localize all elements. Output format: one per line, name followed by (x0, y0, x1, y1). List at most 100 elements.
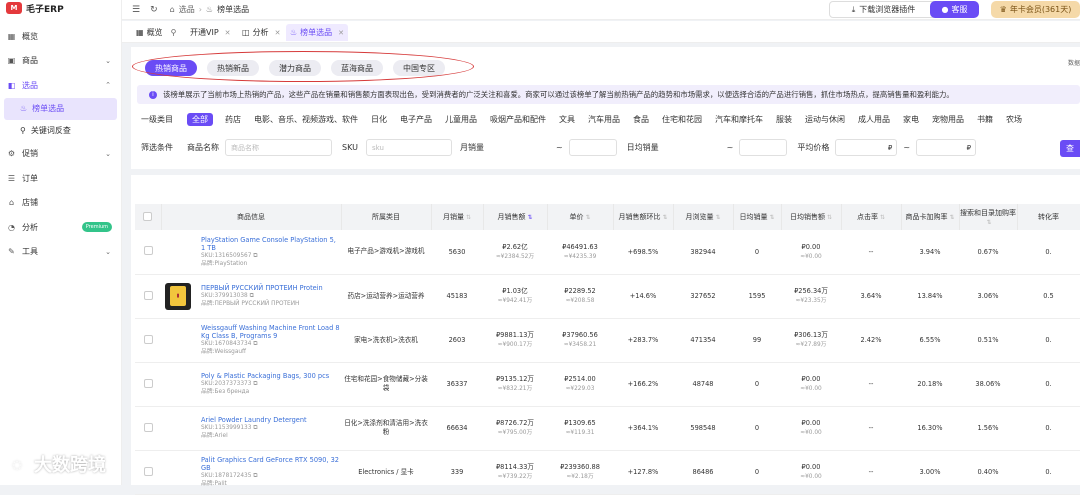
monthly-sales-max-input[interactable] (568, 139, 617, 156)
category-item[interactable]: 文具 (559, 114, 575, 125)
customer-service-button[interactable]: ● 客服 (930, 1, 979, 18)
product-thumbnail[interactable]: ▮ (165, 282, 191, 310)
table-row[interactable]: Weissgauff Washing Machine Front Load 8 … (135, 318, 1080, 363)
col-header-sortable[interactable]: 单价 ⇅ (547, 204, 614, 230)
tab-china-zone[interactable]: 中国专区 (393, 60, 445, 76)
category-item[interactable]: 食品 (633, 114, 649, 125)
sidebar-item-tools[interactable]: ✎ 工具 ⌄ (0, 240, 121, 265)
row-checkbox[interactable] (143, 246, 153, 256)
tab-ranking[interactable]: ♨ 榜单选品 ✕ (286, 24, 349, 41)
sidebar-item-orders[interactable]: ☰ 订单 (0, 166, 121, 191)
tab-vip[interactable]: 开通VIP ✕ (190, 24, 231, 41)
sidebar-item-keyword-lookup[interactable]: ⚲ 关键词反查 (0, 120, 121, 142)
copy-icon[interactable]: ⧉ (253, 425, 257, 431)
col-header-sortable[interactable]: 月浏览量 ⇅ (673, 204, 734, 230)
sidebar-item-ranking[interactable]: ♨ 榜单选品 (4, 97, 117, 120)
category-item[interactable]: 住宅和花园 (662, 114, 702, 125)
product-name-link[interactable]: Palit Graphics Card GeForce RTX 5090, 32… (201, 456, 341, 472)
tab-blue-ocean[interactable]: 蓝海商品 (331, 60, 383, 76)
chart-icon: ◔ (8, 222, 15, 232)
category-item[interactable]: 日化 (371, 114, 387, 125)
grid-icon: ▦ (136, 28, 144, 37)
menu-icon[interactable]: ☰ (132, 5, 140, 15)
col-header-sortable[interactable]: 商品卡加购率 ⇅ (901, 204, 960, 230)
row-checkbox[interactable] (143, 378, 153, 388)
col-header-sortable[interactable]: 点击率 ⇅ (841, 204, 902, 230)
refresh-icon[interactable]: ↻ (150, 5, 158, 15)
category-item[interactable]: 儿童用品 (445, 114, 477, 125)
tab-hot-new[interactable]: 热销新品 (207, 60, 259, 76)
sidebar-item-store[interactable]: ⌂ 店铺 (0, 191, 121, 216)
product-name-link[interactable]: Ariel Powder Laundry Detergent (201, 416, 341, 424)
col-header-sortable[interactable]: 日均销量 ⇅ (733, 204, 782, 230)
category-item[interactable]: 汽车和摩托车 (715, 114, 763, 125)
copy-icon[interactable]: ⧉ (250, 293, 254, 299)
monthly-sales-min-input[interactable] (494, 139, 550, 156)
category-item[interactable]: 宠物用品 (932, 114, 964, 125)
product-name-link[interactable]: Poly & Plastic Packaging Bags, 300 pcs (201, 372, 341, 380)
row-checkbox[interactable] (143, 422, 153, 432)
category-item[interactable]: 电影、音乐、视频游戏、软件 (254, 114, 358, 125)
sidebar-item-analysis[interactable]: ◔ 分析 Premium (0, 215, 121, 240)
table-row[interactable]: Ariel Powder Laundry Detergent SKU:115399… (135, 406, 1080, 451)
conversion-cell: 0.5 (1017, 274, 1080, 319)
mom-cell: +14.6% (613, 274, 673, 319)
query-button[interactable]: 查 (1060, 140, 1080, 157)
table-row[interactable]: Palit Graphics Card GeForce RTX 5090, 32… (135, 450, 1080, 495)
col-header-label: 月销量 (442, 213, 464, 221)
close-icon[interactable]: ✕ (275, 29, 281, 37)
category-item[interactable]: 服装 (776, 114, 792, 125)
download-plugin-button[interactable]: ⤓ 下载浏览器插件 (829, 1, 938, 18)
product-name-link[interactable]: ПЕРВЫЙ РУССКИЙ ПРОТЕИН Protein (201, 284, 341, 292)
daily-sales-min-input[interactable] (669, 139, 721, 156)
category-item[interactable]: 家电 (903, 114, 919, 125)
daily-revenue-value: ₽0.00 (801, 419, 821, 427)
product-name-link[interactable]: PlayStation Game Console PlayStation 5, … (201, 236, 341, 252)
row-checkbox[interactable] (143, 466, 153, 476)
price-max-input[interactable]: ₽ (916, 139, 977, 156)
sidebar-item-promotion[interactable]: ⚙ 促销 ⌄ (0, 142, 121, 167)
col-header-sortable[interactable]: 月销售额 ⇅ (483, 204, 548, 230)
category-item[interactable]: 电子产品 (400, 114, 432, 125)
copy-icon[interactable]: ⧉ (253, 473, 257, 479)
category-item[interactable]: 全部 (187, 113, 213, 126)
col-header-sortable[interactable]: 月销量 ⇅ (431, 204, 484, 230)
category-item[interactable]: 书籍 (977, 114, 993, 125)
col-header-sortable[interactable]: 日均销售额 ⇅ (781, 204, 842, 230)
tab-potential[interactable]: 潜力商品 (269, 60, 321, 76)
product-name-link[interactable]: Weissgauff Washing Machine Front Load 8 … (201, 324, 341, 340)
copy-icon[interactable]: ⧉ (253, 253, 257, 259)
row-checkbox[interactable] (143, 334, 153, 344)
price-min-input[interactable]: ₽ (835, 139, 898, 156)
col-header-sortable[interactable]: 转化率 (1017, 204, 1080, 230)
category-item[interactable]: 运动与休闲 (805, 114, 845, 125)
copy-icon[interactable]: ⧉ (253, 381, 257, 387)
tab-overview[interactable]: ▦ 概览 ⚲ (136, 24, 176, 41)
row-checkbox[interactable] (143, 290, 153, 300)
breadcrumb-item[interactable]: 选品 (179, 4, 195, 15)
category-item[interactable]: 汽车用品 (588, 114, 620, 125)
sidebar-item-selection[interactable]: ◧ 选品 ⌃ (0, 73, 121, 98)
table-row[interactable]: Poly & Plastic Packaging Bags, 300 pcs SK… (135, 362, 1080, 407)
tab-hot-products[interactable]: 热销商品 (145, 60, 197, 76)
table-row[interactable]: ▮ ПЕРВЫЙ РУССКИЙ ПРОТЕИН Protein SKU:37991… (135, 274, 1080, 319)
table-row[interactable]: PlayStation Game Console PlayStation 5, … (135, 230, 1080, 275)
vip-status-button[interactable]: ♛ 年卡会员(361天) (991, 1, 1080, 18)
category-item[interactable]: 农场 (1006, 114, 1022, 125)
sidebar-item-products[interactable]: ▣ 商品 ⌄ (0, 49, 121, 74)
tab-analysis[interactable]: ◫ 分析 ✕ (242, 24, 280, 41)
col-header-sortable[interactable]: 月销售额环比 ⇅ (613, 204, 674, 230)
col-header-sortable[interactable]: 搜索和目录加购率 ⇅ (959, 204, 1018, 230)
daily-sales-max-input[interactable] (739, 139, 788, 156)
select-all-checkbox[interactable] (143, 211, 153, 221)
app-logo[interactable]: M 毛子ERP (0, 0, 121, 18)
sidebar-item-overview[interactable]: ▦ 概览 (0, 24, 121, 49)
close-icon[interactable]: ✕ (225, 29, 231, 37)
close-icon[interactable]: ✕ (338, 29, 344, 37)
product-name-input[interactable]: 商品名称 (225, 139, 332, 156)
category-item[interactable]: 成人用品 (858, 114, 890, 125)
category-item[interactable]: 药店 (225, 114, 241, 125)
copy-icon[interactable]: ⧉ (253, 341, 257, 347)
category-item[interactable]: 吸烟产品和配件 (490, 114, 546, 125)
sku-input[interactable]: sku (365, 139, 452, 156)
